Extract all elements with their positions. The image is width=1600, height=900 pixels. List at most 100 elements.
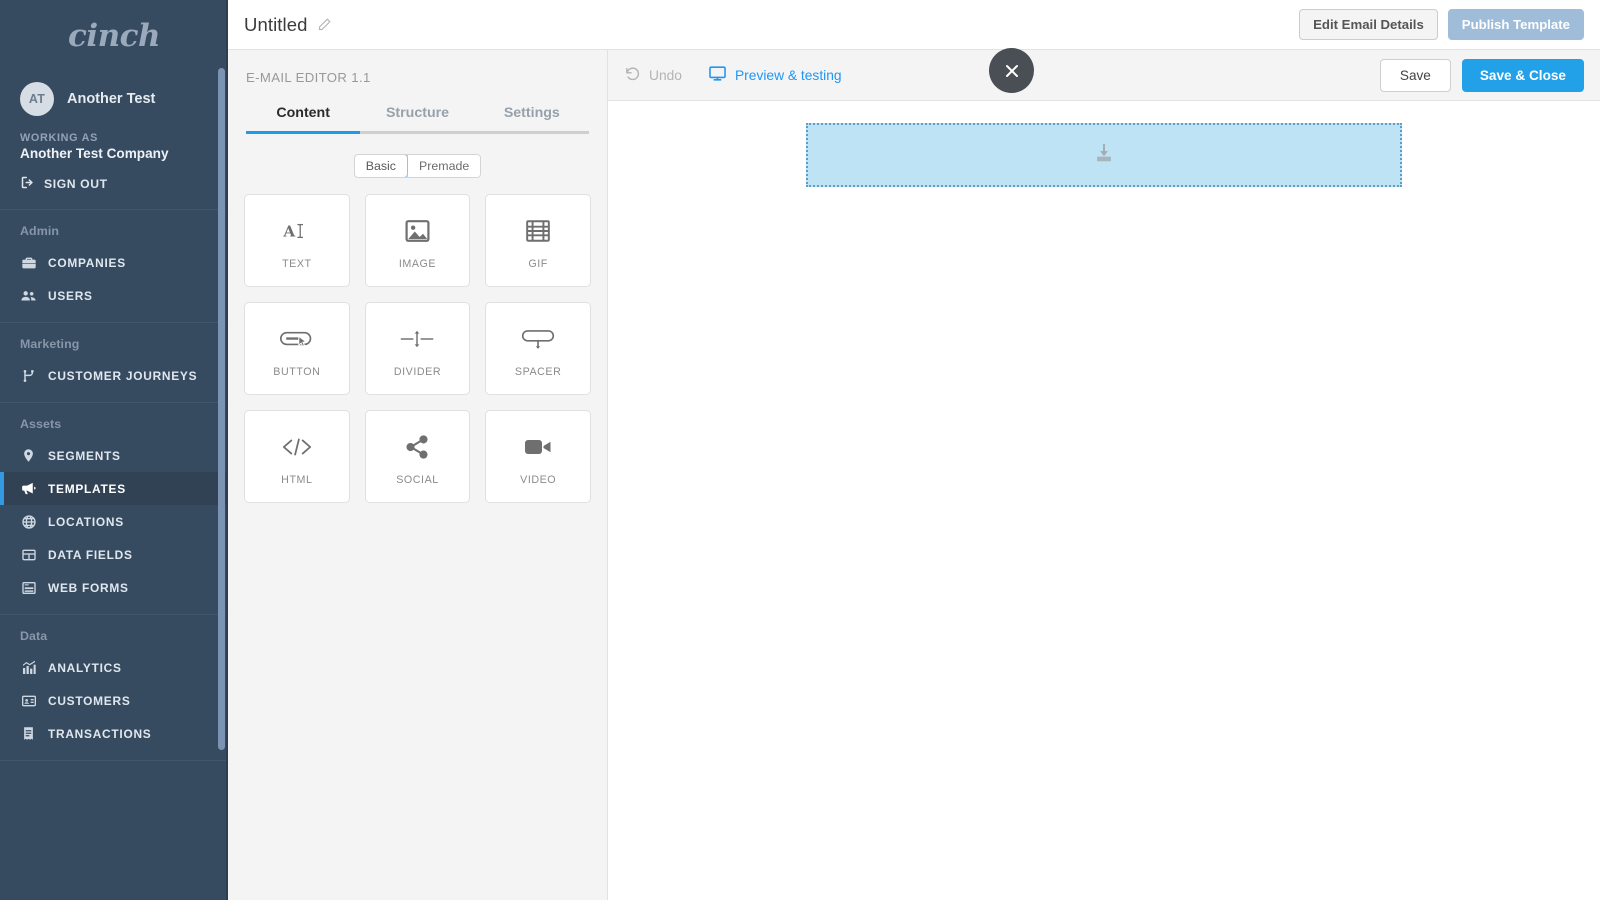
block-spacer[interactable]: SPACER xyxy=(485,302,591,395)
sidebar-item-analytics[interactable]: ANALYTICS xyxy=(0,651,228,684)
nav-group-title: Admin xyxy=(0,224,228,246)
divider-icon xyxy=(399,319,435,359)
email-canvas xyxy=(608,101,1600,900)
block-button[interactable]: BUTTON xyxy=(244,302,350,395)
nav-group-assets: Assets SEGMENTS TEMPLATES xyxy=(0,403,228,614)
block-text[interactable]: A TEXT xyxy=(244,194,350,287)
sidebar-item-transactions[interactable]: TRANSACTIONS xyxy=(0,717,228,750)
sidebar-item-companies[interactable]: COMPANIES xyxy=(0,246,228,279)
nav-group-data: Data ANALYTICS CUSTOMERS xyxy=(0,615,228,760)
sidebar-item-label: DATA FIELDS xyxy=(48,548,133,562)
pencil-icon[interactable] xyxy=(317,17,333,33)
working-as-value: Another Test Company xyxy=(20,146,208,161)
megaphone-icon xyxy=(20,480,37,497)
code-icon xyxy=(281,427,313,467)
form-icon xyxy=(20,579,37,596)
sidebar-divider xyxy=(0,760,228,761)
sign-out-button[interactable]: SIGN OUT xyxy=(20,175,208,209)
sidebar-item-locations[interactable]: LOCATIONS xyxy=(0,505,228,538)
sidebar-item-label: TRANSACTIONS xyxy=(48,727,151,741)
block-label: SOCIAL xyxy=(396,474,439,486)
top-bar: Untitled Edit Email Details Publish Temp… xyxy=(228,0,1600,50)
preview-testing-button[interactable]: Preview & testing xyxy=(708,64,842,86)
sidebar-item-label: SEGMENTS xyxy=(48,449,121,463)
sidebar-scrollbar[interactable] xyxy=(218,68,225,750)
receipt-icon xyxy=(20,725,37,742)
spacer-icon xyxy=(520,319,556,359)
segmented-control: Basic Premade xyxy=(354,154,482,178)
editor-panel: E-MAIL EDITOR 1.1 Content Structure Sett… xyxy=(228,50,608,900)
sidebar-item-label: CUSTOMERS xyxy=(48,694,131,708)
sidebar-item-label: CUSTOMER JOURNEYS xyxy=(48,369,197,383)
content-dropzone[interactable] xyxy=(806,123,1402,187)
tab-settings[interactable]: Settings xyxy=(475,105,589,131)
sidebar-item-templates[interactable]: TEMPLATES xyxy=(0,472,228,505)
globe-icon xyxy=(20,513,37,530)
sidebar-item-label: TEMPLATES xyxy=(48,482,126,496)
save-and-close-button[interactable]: Save & Close xyxy=(1462,59,1584,92)
pin-icon xyxy=(20,447,37,464)
image-icon xyxy=(404,211,431,251)
publish-template-button[interactable]: Publish Template xyxy=(1448,9,1584,40)
segment-basic[interactable]: Basic xyxy=(354,154,408,178)
nav-group-title: Marketing xyxy=(0,337,228,359)
sidebar-item-segments[interactable]: SEGMENTS xyxy=(0,439,228,472)
block-image[interactable]: IMAGE xyxy=(365,194,471,287)
sidebar-item-label: LOCATIONS xyxy=(48,515,124,529)
sidebar-inner: cinch AT Another Test WORKING AS Another… xyxy=(0,0,228,761)
tab-content[interactable]: Content xyxy=(246,105,360,131)
save-button[interactable]: Save xyxy=(1380,59,1451,92)
block-label: VIDEO xyxy=(520,474,556,486)
page-title: Untitled xyxy=(244,14,308,36)
block-filter-group: Basic Premade xyxy=(228,154,607,178)
sign-out-icon xyxy=(20,175,35,193)
sign-out-label: SIGN OUT xyxy=(44,177,108,191)
user-name: Another Test xyxy=(67,91,155,107)
editor-panel-title: E-MAIL EDITOR 1.1 xyxy=(228,50,607,85)
nav-group-admin: Admin COMPANIES USERS xyxy=(0,210,228,322)
sidebar: cinch AT Another Test WORKING AS Another… xyxy=(0,0,228,900)
block-label: HTML xyxy=(281,474,312,486)
sidebar-item-label: COMPANIES xyxy=(48,256,126,270)
share-icon xyxy=(404,427,430,467)
undo-button[interactable]: Undo xyxy=(624,65,682,85)
sidebar-item-customers[interactable]: CUSTOMERS xyxy=(0,684,228,717)
editor-tabs: Content Structure Settings xyxy=(246,105,589,134)
block-label: IMAGE xyxy=(399,258,436,270)
segment-premade[interactable]: Premade xyxy=(407,155,480,177)
edit-email-details-button[interactable]: Edit Email Details xyxy=(1299,9,1438,40)
block-video[interactable]: VIDEO xyxy=(485,410,591,503)
nav-group-marketing: Marketing CUSTOMER JOURNEYS xyxy=(0,323,228,402)
block-gif[interactable]: GIF xyxy=(485,194,591,287)
film-icon xyxy=(525,211,551,251)
block-label: GIF xyxy=(528,258,547,270)
sidebar-item-users[interactable]: USERS xyxy=(0,279,228,312)
block-html[interactable]: HTML xyxy=(244,410,350,503)
editor-row: E-MAIL EDITOR 1.1 Content Structure Sett… xyxy=(228,50,1600,900)
block-label: TEXT xyxy=(282,258,312,270)
block-social[interactable]: SOCIAL xyxy=(365,410,471,503)
sidebar-item-label: WEB FORMS xyxy=(48,581,129,595)
sidebar-item-label: ANALYTICS xyxy=(48,661,122,675)
working-as-label: WORKING AS xyxy=(20,132,208,144)
user-block: AT Another Test WORKING AS Another Test … xyxy=(0,66,228,209)
drop-here-icon xyxy=(1093,142,1115,169)
sidebar-item-data-fields[interactable]: DATA FIELDS xyxy=(0,538,228,571)
journey-icon xyxy=(20,367,37,384)
briefcase-icon xyxy=(20,254,37,271)
close-editor-button[interactable] xyxy=(989,48,1034,93)
id-card-icon xyxy=(20,692,37,709)
editor-canvas-side: Undo Preview & testing Save xyxy=(608,50,1600,900)
avatar: AT xyxy=(20,82,54,116)
user-row[interactable]: AT Another Test xyxy=(20,82,208,116)
svg-text:A: A xyxy=(282,223,295,241)
preview-testing-label: Preview & testing xyxy=(735,68,842,83)
tab-structure[interactable]: Structure xyxy=(360,105,474,131)
undo-label: Undo xyxy=(649,68,682,83)
nav-group-title: Assets xyxy=(0,417,228,439)
brand-logo[interactable]: cinch xyxy=(0,0,228,66)
sidebar-item-customer-journeys[interactable]: CUSTOMER JOURNEYS xyxy=(0,359,228,392)
sidebar-item-web-forms[interactable]: WEB FORMS xyxy=(0,571,228,604)
monitor-icon xyxy=(708,64,727,86)
block-divider[interactable]: DIVIDER xyxy=(365,302,471,395)
